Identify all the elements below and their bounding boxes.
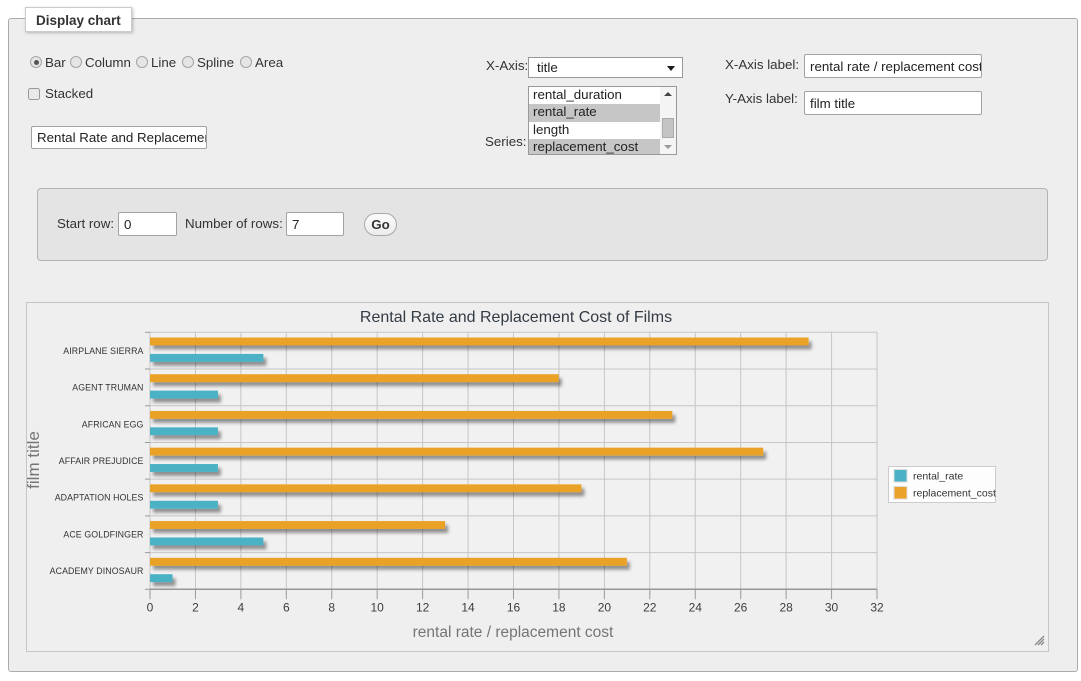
svg-text:32: 32 [870, 600, 884, 614]
svg-text:replacement_cost: replacement_cost [913, 488, 996, 500]
svg-text:AGENT TRUMAN: AGENT TRUMAN [72, 383, 143, 393]
svg-text:18: 18 [552, 600, 566, 614]
svg-text:24: 24 [689, 600, 703, 614]
svg-text:16: 16 [507, 600, 521, 614]
svg-text:8: 8 [328, 600, 335, 614]
svg-text:20: 20 [598, 600, 612, 614]
svg-text:AFRICAN EGG: AFRICAN EGG [82, 419, 144, 429]
svg-text:22: 22 [643, 600, 657, 614]
svg-text:12: 12 [416, 600, 430, 614]
svg-text:4: 4 [238, 600, 245, 614]
svg-text:2: 2 [192, 600, 199, 614]
svg-text:film title: film title [26, 431, 43, 489]
svg-text:6: 6 [283, 600, 290, 614]
svg-text:AIRPLANE SIERRA: AIRPLANE SIERRA [63, 346, 143, 356]
svg-text:10: 10 [371, 600, 385, 614]
svg-text:rental_rate: rental_rate [913, 471, 963, 483]
svg-text:0: 0 [147, 600, 154, 614]
svg-text:rental rate / replacement cost: rental rate / replacement cost [413, 624, 614, 641]
svg-text:Rental Rate and Replacement Co: Rental Rate and Replacement Cost of Film… [360, 309, 672, 326]
svg-text:AFFAIR PREJUDICE: AFFAIR PREJUDICE [59, 456, 144, 466]
svg-text:14: 14 [461, 600, 475, 614]
svg-text:26: 26 [734, 600, 748, 614]
svg-text:ACADEMY DINOSAUR: ACADEMY DINOSAUR [50, 566, 144, 576]
svg-text:ADAPTATION HOLES: ADAPTATION HOLES [55, 493, 144, 503]
svg-text:30: 30 [825, 600, 839, 614]
svg-text:28: 28 [779, 600, 793, 614]
svg-text:ACE GOLDFINGER: ACE GOLDFINGER [63, 529, 143, 539]
